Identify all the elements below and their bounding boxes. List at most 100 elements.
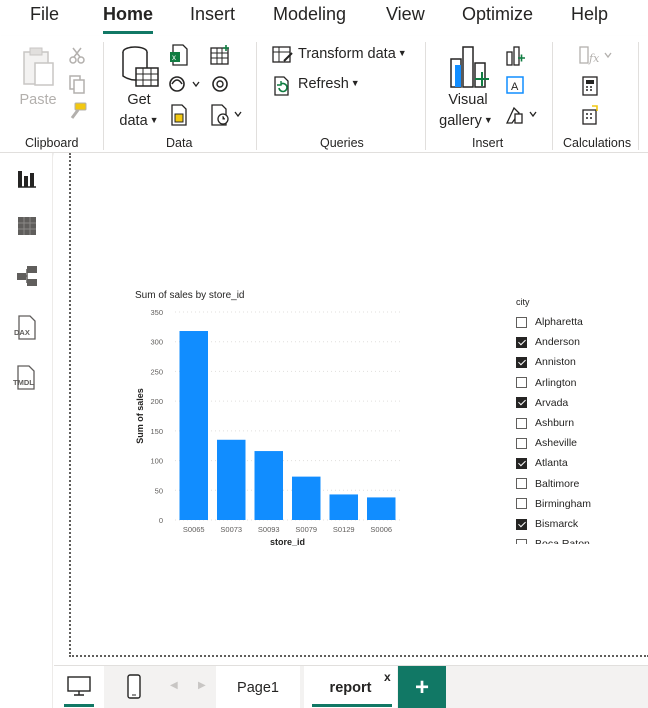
refresh-icon[interactable] — [272, 76, 294, 101]
slicer-item[interactable]: Arvada — [516, 393, 568, 413]
checkbox[interactable] — [516, 498, 527, 510]
scroll-left-icon[interactable]: ◀ — [170, 680, 178, 691]
bar[interactable] — [254, 451, 284, 520]
excel-icon[interactable]: x — [169, 44, 189, 71]
ribbon: Paste Clipboard Get data ▼ x Data Transf… — [0, 36, 648, 153]
slicer-item-label: Anderson — [535, 336, 580, 349]
get-data-label-top[interactable]: Get — [114, 90, 164, 110]
visual-calculation-icon[interactable] — [580, 105, 600, 130]
checkbox[interactable] — [516, 377, 527, 389]
slicer-title: city — [516, 297, 530, 307]
y-tick-label: 100 — [150, 457, 163, 466]
text-box-icon[interactable]: A — [504, 74, 526, 101]
new-visual-icon[interactable] — [504, 44, 526, 71]
svg-text:x: x — [172, 53, 176, 62]
enter-data-icon[interactable] — [209, 44, 231, 71]
get-data-button[interactable]: data ▼ — [114, 110, 164, 131]
transform-data-button[interactable]: Transform data ▼ — [298, 46, 407, 62]
sql-server-icon[interactable] — [168, 104, 190, 131]
transform-data-icon[interactable] — [272, 45, 294, 70]
tab-home[interactable]: Home — [103, 4, 153, 25]
slicer-item[interactable]: Arlington — [516, 373, 576, 393]
y-tick-label: 50 — [155, 486, 163, 495]
tmdl-view-icon[interactable]: TMDL — [13, 365, 41, 393]
checkbox[interactable] — [516, 316, 527, 328]
onelake-icon[interactable] — [209, 74, 231, 99]
checkbox[interactable] — [516, 417, 527, 429]
slicer-item[interactable]: Alpharetta — [516, 312, 583, 332]
y-tick-label: 300 — [150, 338, 163, 347]
bar[interactable] — [367, 497, 396, 520]
checkbox[interactable] — [516, 457, 527, 469]
slicer-item[interactable]: Asheville — [516, 433, 577, 453]
svg-text:fx: fx — [588, 52, 600, 65]
get-data-icon[interactable] — [120, 44, 160, 93]
checkbox[interactable] — [516, 397, 527, 409]
slicer-item[interactable]: Boca Raton — [516, 534, 590, 544]
calculations-group-label: Calculations — [563, 136, 632, 150]
x-tick-label: S0006 — [370, 525, 392, 534]
cut-icon[interactable] — [68, 46, 86, 69]
x-axis-label: store_id — [270, 537, 305, 547]
slicer-item-label: Bismarck — [535, 518, 579, 530]
bar[interactable] — [217, 439, 246, 520]
tab-modeling[interactable]: Modeling — [273, 4, 346, 25]
checkbox[interactable] — [516, 538, 527, 544]
tab-view[interactable]: View — [386, 4, 425, 25]
y-tick-label: 150 — [150, 427, 163, 436]
slicer-item[interactable]: Anderson — [516, 332, 580, 352]
slicer-item[interactable]: Birmingham — [516, 494, 591, 514]
visual-gallery-icon[interactable] — [449, 45, 489, 96]
tab-optimize[interactable]: Optimize — [462, 4, 533, 25]
group-separator — [425, 42, 426, 150]
add-page-button[interactable]: + — [398, 666, 446, 708]
city-slicer[interactable]: city Alpharetta Anderson Anniston Arlington… — [510, 294, 620, 544]
quick-measure-icon[interactable] — [580, 76, 600, 101]
recent-sources-icon[interactable] — [209, 104, 245, 131]
visual-gallery-label-top[interactable]: Visual — [440, 90, 496, 110]
report-view-icon[interactable] — [16, 167, 38, 194]
tmdl-label: TMDL — [13, 378, 34, 387]
tab-help[interactable]: Help — [571, 4, 608, 25]
mobile-layout-icon[interactable] — [124, 674, 144, 705]
left-navigation: DAX TMDL — [0, 153, 53, 708]
paste-button[interactable]: Paste — [18, 90, 58, 110]
slicer-item[interactable]: Atlanta — [516, 453, 568, 473]
data-group-label: Data — [166, 136, 193, 150]
dax-query-icon[interactable]: DAX — [14, 315, 40, 343]
bar-chart-visual[interactable]: Sum of sales by store_id 0 50 100 150 200 250… — [130, 286, 410, 551]
tab-file[interactable]: File — [30, 4, 59, 25]
slicer-item-label: Asheville — [535, 437, 578, 450]
checkbox[interactable] — [516, 518, 527, 530]
dataverse-icon[interactable] — [168, 74, 202, 99]
dax-label: DAX — [14, 328, 30, 337]
slicer-item[interactable]: Ashburn — [516, 413, 574, 433]
slicer-item[interactable]: Bismarck — [516, 514, 578, 534]
tab-insert[interactable]: Insert — [190, 4, 235, 25]
bar[interactable] — [179, 331, 209, 520]
new-measure-icon[interactable]: fx — [578, 45, 618, 70]
model-view-icon[interactable] — [16, 265, 40, 292]
group-separator — [638, 42, 639, 150]
table-view-icon[interactable] — [16, 215, 38, 242]
page-tab-page1[interactable]: Page1 — [216, 666, 300, 708]
refresh-button[interactable]: Refresh ▼ — [298, 76, 360, 92]
copy-icon[interactable] — [68, 74, 86, 99]
checkbox[interactable] — [516, 336, 527, 348]
bar[interactable] — [329, 494, 359, 520]
close-page-icon[interactable]: x — [384, 670, 391, 684]
visual-gallery-button[interactable]: gallery ▼ — [434, 110, 498, 131]
format-painter-icon[interactable] — [66, 102, 88, 127]
slicer-item[interactable]: Anniston — [516, 352, 576, 372]
bar[interactable] — [292, 476, 321, 520]
svg-text:A: A — [511, 81, 519, 93]
checkbox[interactable] — [516, 356, 527, 368]
more-visuals-icon[interactable] — [504, 104, 540, 131]
paste-icon[interactable] — [20, 46, 56, 93]
slicer-item[interactable]: Baltimore — [516, 474, 579, 494]
scroll-right-icon[interactable]: ▶ — [198, 680, 206, 691]
layout-indicator — [64, 704, 94, 707]
checkbox[interactable] — [516, 478, 527, 490]
checkbox[interactable] — [516, 437, 527, 449]
desktop-layout-button[interactable] — [54, 666, 104, 708]
